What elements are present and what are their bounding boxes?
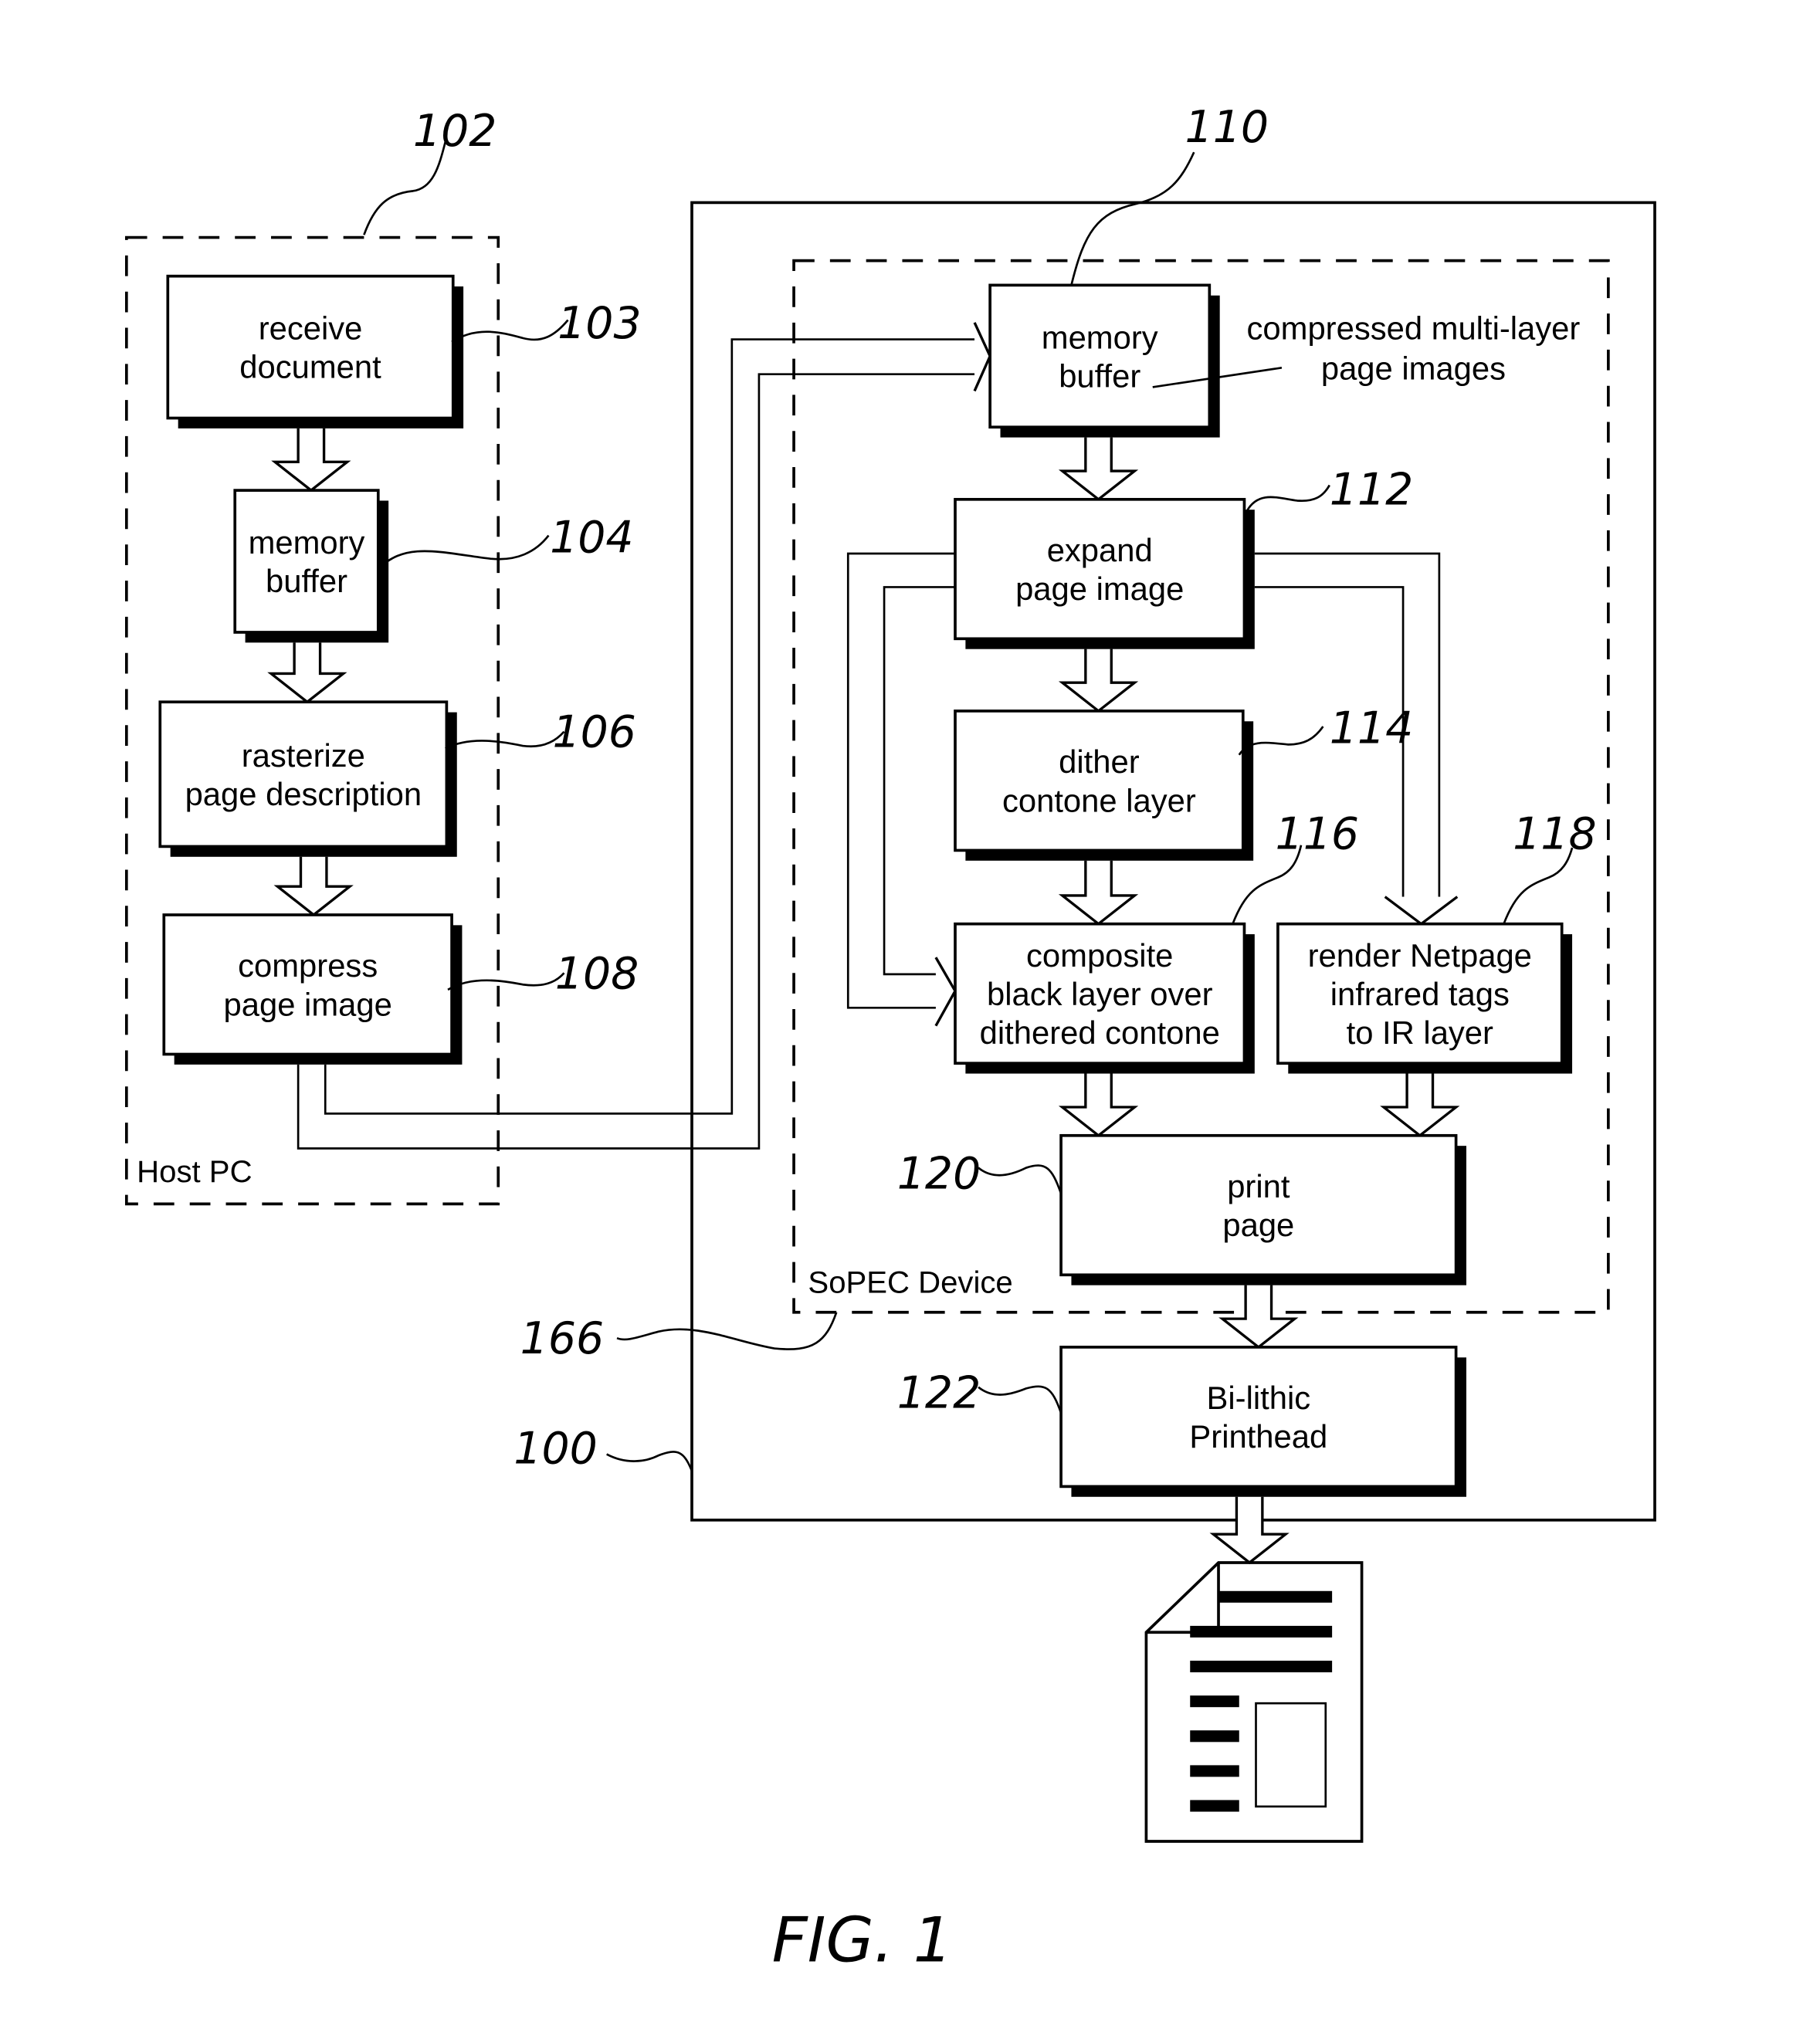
box-label-line: render Netpage — [1308, 937, 1532, 974]
box-label-line: compress — [238, 947, 378, 984]
box-render-netpage: render Netpageinfrared tagsto IR layer — [1276, 922, 1573, 1074]
box-sopec-memory-buffer: memorybuffer — [988, 283, 1220, 438]
box-compress: compresspage image — [162, 913, 463, 1065]
leader-106 — [445, 730, 565, 750]
arrow-expand-to-dither — [1058, 649, 1139, 713]
leader-166 — [616, 1312, 838, 1350]
arrow-sopec-buffer-to-expand — [1058, 437, 1139, 501]
printing-pipeline-diagram: Host PC SoPEC Device receivedocument memo… — [124, 102, 1656, 1976]
memory-buffer-annotation-line-2: page images — [1321, 350, 1506, 386]
leader-100 — [606, 1451, 693, 1472]
box-label-line: buffer — [266, 563, 347, 599]
box-label-line: Printhead — [1189, 1418, 1327, 1455]
box-border — [158, 700, 449, 848]
box-label-line: rasterize — [242, 737, 365, 774]
pipe-expand-to-composite-head — [934, 957, 957, 1027]
box-border — [233, 489, 380, 634]
box-expand: expandpage image — [954, 497, 1255, 649]
reference-numeral-rasterize: 106 — [552, 707, 635, 758]
reference-numeral-sopec: 166 — [520, 1313, 604, 1364]
pipe-expand-to-netpage-head — [1384, 896, 1459, 926]
leader-120 — [978, 1164, 1063, 1194]
leader-104 — [378, 534, 550, 569]
reference-numeral-dither: 114 — [1330, 703, 1413, 754]
box-border — [988, 283, 1212, 429]
box-border — [1059, 1346, 1458, 1489]
arrow-printhead-to-page — [1209, 1496, 1290, 1565]
box-label-line: black layer over — [987, 976, 1213, 1012]
box-label-line: dither — [1059, 743, 1140, 780]
box-label-line: Bi-lithic — [1207, 1380, 1311, 1416]
host-pc-label: Host PC — [137, 1155, 252, 1189]
reference-numeral-printer: 100 — [513, 1423, 597, 1474]
box-label-line: page image — [224, 986, 392, 1022]
box-label-line: contone layer — [1002, 782, 1196, 818]
arrow-buffer-to-rasterize — [267, 642, 347, 704]
pipe-expand-to-composite-outer — [846, 552, 956, 1009]
box-receive-document: receivedocument — [166, 274, 464, 428]
box-label-line: to IR layer — [1347, 1014, 1493, 1051]
reference-numeral-host-pc: 102 — [413, 106, 497, 157]
box-label-line: infrared tags — [1330, 976, 1510, 1012]
box-dither: dithercontone layer — [954, 710, 1254, 861]
box-host-memory-buffer: memorybuffer — [233, 489, 389, 643]
box-printhead: Bi-lithicPrinthead — [1059, 1346, 1466, 1497]
box-border — [162, 913, 453, 1056]
arrow-netpage-to-print — [1380, 1073, 1460, 1137]
box-label-line: receive — [259, 310, 363, 347]
reference-numeral-printhead: 122 — [897, 1367, 981, 1418]
pipe-host-to-sopec-head — [973, 322, 991, 392]
reference-numeral-composite: 116 — [1276, 809, 1359, 860]
box-border — [954, 710, 1245, 852]
box-border — [166, 274, 455, 420]
leader-103 — [451, 319, 569, 344]
box-border — [1059, 1133, 1458, 1277]
box-label-line: expand — [1047, 532, 1153, 568]
pipe-expand-to-composite-inner — [883, 586, 956, 976]
arrow-receive-to-buffer — [271, 428, 351, 493]
sopec-device-label: SoPEC Device — [808, 1266, 1012, 1300]
printed-page-icon — [1144, 1561, 1364, 1843]
box-rasterize: rasterizepage description — [158, 700, 457, 857]
arrow-composite-to-print — [1058, 1073, 1139, 1137]
box-label-line: dithered contone — [980, 1014, 1220, 1051]
reference-numeral-sopec-memory-buffer: 110 — [1185, 102, 1269, 153]
figure-caption: FIG. 1 — [772, 1904, 953, 1976]
box-label-line: page description — [185, 776, 422, 812]
box-label-line: buffer — [1059, 357, 1140, 394]
box-label-line: memory — [1042, 319, 1158, 355]
box-label-line: page — [1222, 1207, 1294, 1243]
reference-numeral-expand: 112 — [1330, 465, 1413, 516]
leader-108 — [447, 972, 565, 991]
box-label-line: page image — [1015, 571, 1184, 607]
box-composite: compositeblack layer overdithered conton… — [954, 922, 1255, 1074]
box-label-line: print — [1227, 1168, 1290, 1204]
arrow-print-to-printhead — [1218, 1285, 1299, 1350]
memory-buffer-annotation-line-1: compressed multi-layer — [1247, 310, 1581, 347]
box-border — [954, 497, 1246, 641]
reference-numeral-render-netpage: 118 — [1513, 809, 1596, 860]
leader-110 — [1070, 151, 1195, 286]
box-label-line: memory — [249, 524, 365, 561]
box-label-line: document — [239, 349, 381, 385]
arrow-rasterize-to-compress — [273, 856, 354, 917]
arrow-dither-to-composite — [1058, 860, 1139, 926]
leader-122 — [978, 1385, 1063, 1414]
reference-numeral-host-memory-buffer: 104 — [550, 512, 633, 563]
leader-112 — [1246, 484, 1330, 512]
box-label-line: composite — [1026, 937, 1173, 974]
reference-numeral-receive-document: 103 — [558, 298, 641, 349]
reference-numeral-print-page: 120 — [897, 1148, 981, 1199]
box-print-page: printpage — [1059, 1133, 1466, 1285]
reference-numeral-compress: 108 — [555, 948, 639, 999]
